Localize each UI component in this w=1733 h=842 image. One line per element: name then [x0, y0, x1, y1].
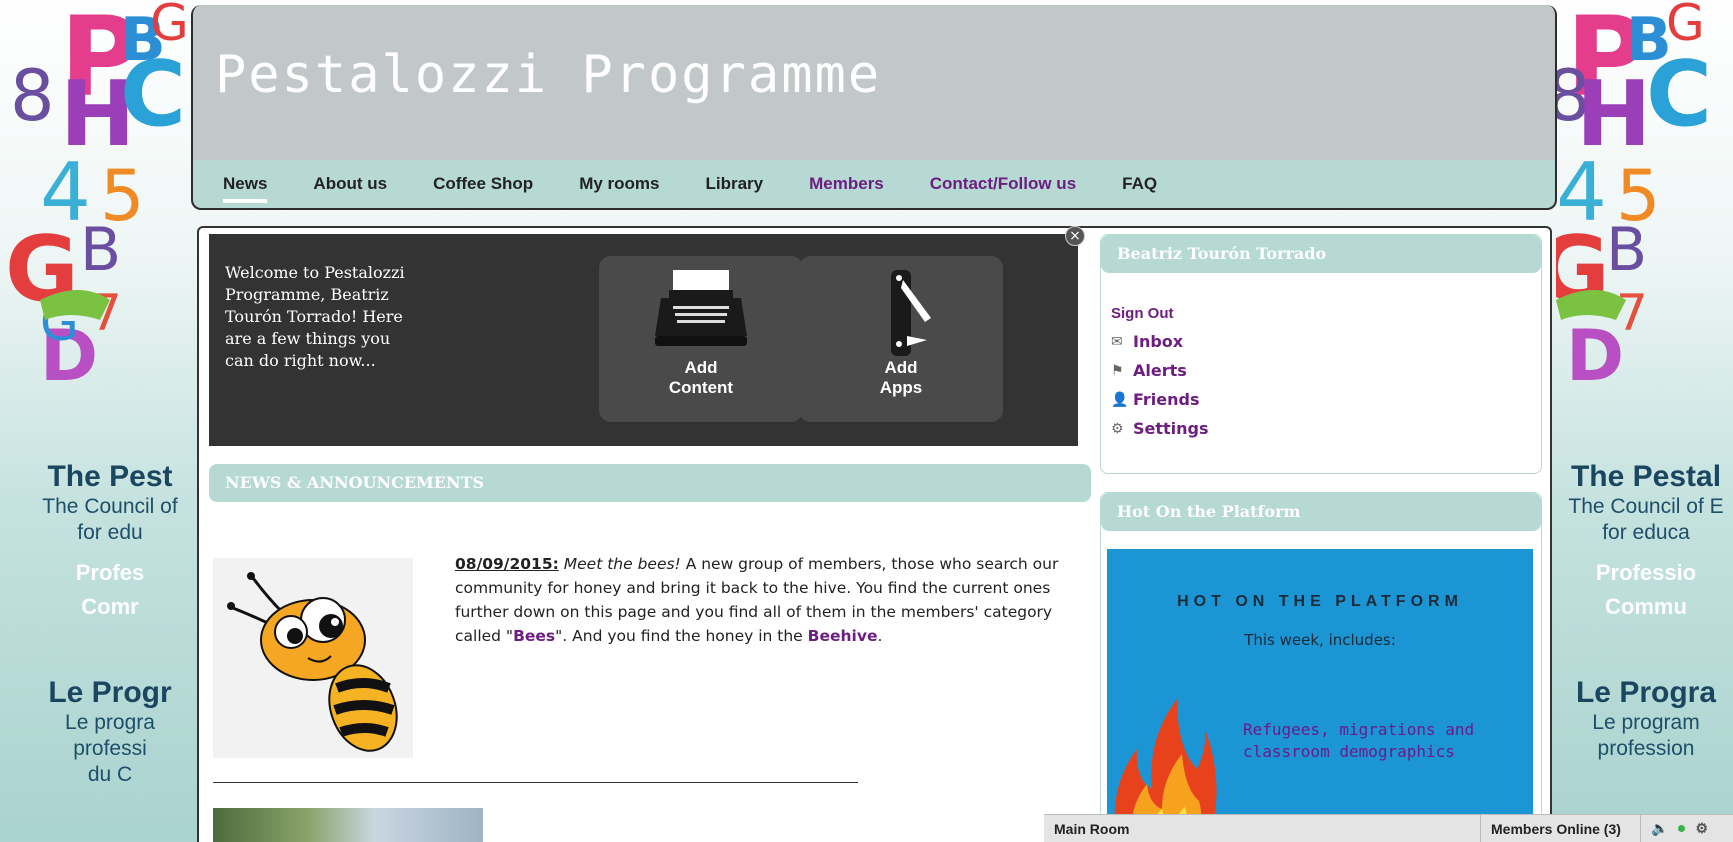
chat-bar: Main Room Members Online (3) 🔈 ⚙	[1044, 814, 1733, 842]
chat-controls: 🔈 ⚙	[1641, 815, 1708, 842]
members-online-tab[interactable]: Members Online (3)	[1481, 815, 1641, 842]
svg-text:B: B	[1606, 215, 1647, 285]
right-side-text: The Pestal The Council of E for educa Pr…	[1556, 460, 1733, 762]
friends-label: Friends	[1133, 390, 1200, 409]
hot-platform-subtitle: This week, includes:	[1244, 631, 1396, 649]
side-heading: The Pest	[47, 460, 173, 493]
main-content: Welcome to Pestalozzi Programme, Beatriz…	[197, 226, 1552, 842]
hot-platform-box: Hot On the Platform HOT ON THE PLATFORM …	[1100, 492, 1542, 842]
nav-news[interactable]: News	[223, 174, 268, 203]
side-community: Commu	[1605, 594, 1687, 619]
svg-text:C: C	[1646, 42, 1712, 147]
side-paragraph-fr: Le progra	[65, 711, 155, 734]
left-side-text: The Pest The Council of for edu Profes C…	[0, 460, 195, 788]
gear-icon: ⚙	[1111, 420, 1124, 437]
profile-box: Beatriz Tourón Torrado Sign Out ✉ Inbox …	[1100, 234, 1542, 474]
beehive-link[interactable]: Beehive	[808, 627, 878, 645]
news-divider	[213, 782, 858, 783]
bees-link[interactable]: Bees	[513, 627, 555, 645]
hot-platform-header: Hot On the Platform	[1101, 493, 1541, 531]
add-content-label: Add Content	[668, 358, 734, 397]
side-heading-fr: Le Progra	[1575, 676, 1717, 709]
welcome-message: Welcome to Pestalozzi Programme, Beatriz…	[225, 263, 405, 370]
nav-coffee-shop[interactable]: Coffee Shop	[433, 174, 533, 194]
nav-faq[interactable]: FAQ	[1122, 174, 1157, 194]
side-paragraph: The Council of E	[1568, 495, 1724, 518]
colorful-letters-art: P B G 8 H C 4 5 G B 7 D G	[5, 0, 189, 397]
news-item: 08/09/2015: Meet the bees! A new group o…	[455, 552, 1065, 648]
envelope-icon: ✉	[1111, 333, 1123, 350]
news-headline: Meet the bees!	[563, 555, 681, 573]
profile-name: Beatriz Tourón Torrado	[1101, 235, 1541, 273]
add-apps-label: Add Apps	[879, 358, 923, 397]
flag-icon: ⚑	[1111, 362, 1124, 379]
nav-about-us[interactable]: About us	[313, 174, 387, 194]
add-apps-button[interactable]: Add Apps	[799, 256, 1003, 422]
welcome-panel: Welcome to Pestalozzi Programme, Beatriz…	[209, 226, 1085, 446]
nav-library[interactable]: Library	[705, 174, 763, 194]
side-paragraph: for edu	[77, 521, 143, 544]
side-paragraph-fr: du C	[87, 763, 133, 786]
bee-illustration	[213, 558, 413, 758]
online-status-icon	[1678, 825, 1686, 832]
nav-members[interactable]: Members	[809, 174, 884, 194]
side-paragraph-fr: professi	[73, 737, 147, 760]
hot-platform-topic[interactable]: Refugees, migrations and classroom demog…	[1243, 719, 1523, 763]
settings-link[interactable]: ⚙ Settings	[1111, 419, 1541, 438]
hot-platform-title: HOT ON THE PLATFORM	[1177, 593, 1463, 610]
side-professional: Profes	[75, 560, 145, 585]
svg-text:D: D	[1566, 315, 1624, 397]
nav-my-rooms[interactable]: My rooms	[579, 174, 659, 194]
site-title[interactable]: Pestalozzi Programme	[215, 45, 881, 105]
news-date: 08/09/2015:	[455, 555, 559, 573]
svg-text:8: 8	[10, 55, 55, 137]
main-nav: News About us Coffee Shop My rooms Libra…	[193, 160, 1555, 208]
news-text: ". And you find the honey in the	[555, 627, 808, 645]
left-side-banner: P B G 8 H C 4 5 G B 7 D G The Pest The C…	[0, 0, 195, 842]
inbox-link[interactable]: ✉ Inbox	[1111, 332, 1541, 351]
side-community: Comr	[81, 594, 139, 619]
side-paragraph-fr: Le program	[1592, 711, 1700, 734]
nav-contact-follow[interactable]: Contact/Follow us	[930, 174, 1076, 194]
swiss-knife-icon	[891, 270, 931, 356]
colorful-letters-art: P B G 8 H C 4 5 G B 7 D	[1556, 0, 1712, 397]
hot-platform-banner[interactable]: HOT ON THE PLATFORM This week, includes:…	[1107, 549, 1533, 842]
svg-text:C: C	[120, 42, 186, 147]
right-side-banner: P B G 8 H C 4 5 G B 7 D The Pestal The C…	[1556, 0, 1733, 842]
side-heading: The Pestal	[1570, 460, 1722, 493]
news-text: .	[877, 627, 883, 645]
side-professional: Professio	[1595, 560, 1697, 585]
main-room-tab[interactable]: Main Room	[1044, 815, 1481, 842]
gear-icon[interactable]: ⚙	[1695, 820, 1708, 837]
side-paragraph: for educa	[1602, 521, 1690, 544]
side-paragraph: The Council of	[42, 495, 178, 518]
svg-text:B: B	[80, 215, 121, 285]
add-content-button[interactable]: Add Content	[599, 256, 803, 422]
speaker-icon[interactable]: 🔈	[1651, 820, 1668, 837]
typewriter-icon	[655, 270, 747, 346]
person-icon: 👤	[1111, 391, 1129, 408]
side-paragraph-fr: profession	[1597, 737, 1695, 760]
alerts-link[interactable]: ⚑ Alerts	[1111, 361, 1541, 380]
news-header: NEWS & ANNOUNCEMENTS	[209, 464, 1091, 502]
news-photo	[213, 808, 483, 842]
friends-link[interactable]: 👤 Friends	[1111, 390, 1541, 409]
side-heading-fr: Le Progr	[48, 676, 172, 709]
alerts-label: Alerts	[1133, 361, 1187, 380]
sign-out-link[interactable]: Sign Out	[1111, 305, 1541, 322]
close-icon[interactable]: ×	[1065, 226, 1085, 246]
site-header: Pestalozzi Programme News About us Coffe…	[191, 5, 1557, 210]
settings-label: Settings	[1133, 419, 1209, 438]
inbox-label: Inbox	[1133, 332, 1184, 351]
